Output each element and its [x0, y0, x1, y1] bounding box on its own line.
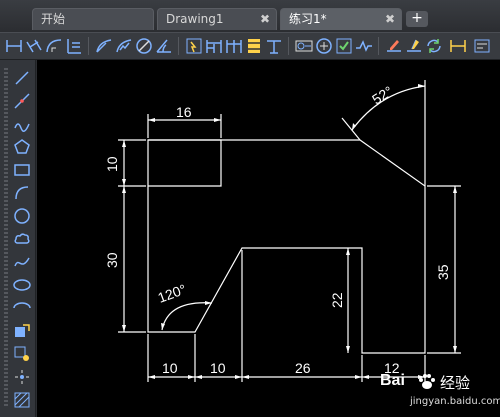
line-icon[interactable]	[12, 68, 32, 88]
ellipse-arc-icon[interactable]	[12, 298, 32, 318]
tab-start-label: 开始	[41, 12, 66, 26]
document-tab-bar: 开始 Drawing1 ✖ 练习1* ✖ +	[0, 0, 500, 32]
tab-start[interactable]: 开始	[32, 8, 154, 30]
paw-logo-icon	[419, 374, 435, 389]
dim-update-icon[interactable]	[424, 36, 444, 56]
dim-override-icon[interactable]	[472, 36, 492, 56]
close-icon[interactable]: ✖	[385, 9, 395, 30]
watermark-brand-cn: 经验	[440, 374, 471, 392]
spline-icon[interactable]	[12, 252, 32, 272]
cad-drawing: 16 10 30 52° 120° 35 22 10 10 26 12	[104, 80, 461, 382]
dim-text-fillet-angle: 120°	[156, 281, 189, 306]
dim-linear-icon[interactable]	[4, 36, 24, 56]
dim-style-icon[interactable]	[448, 36, 468, 56]
baidu-jingyan-watermark: Bai 经验 jingyan.baidu.com	[380, 370, 500, 414]
dim-text-edit-icon[interactable]	[404, 36, 424, 56]
tab-drawing1[interactable]: Drawing1 ✖	[157, 8, 277, 30]
dim-space-icon[interactable]	[244, 36, 264, 56]
close-icon[interactable]: ✖	[260, 9, 270, 30]
toolbar-grip[interactable]	[4, 68, 8, 408]
watermark-url: jingyan.baidu.com	[410, 396, 500, 407]
dim-text-bottom-2: 10	[210, 360, 226, 376]
polygon-icon[interactable]	[12, 137, 32, 157]
part-outline	[147, 139, 426, 354]
dim-arc-length-icon[interactable]	[44, 36, 64, 56]
quick-dim-icon[interactable]	[184, 36, 204, 56]
arc-icon[interactable]	[12, 183, 32, 203]
dim-radius-icon[interactable]	[94, 36, 114, 56]
tab-drawing1-label: Drawing1	[166, 12, 224, 26]
dim-line-left	[118, 186, 146, 333]
dim-diameter-icon[interactable]	[134, 36, 154, 56]
dim-continue-icon[interactable]	[224, 36, 244, 56]
insert-block-icon[interactable]	[12, 321, 32, 341]
watermark-brand: Bai	[380, 372, 405, 389]
dim-aligned-icon[interactable]	[24, 36, 44, 56]
dimension-arrows	[122, 84, 457, 379]
polyline-icon[interactable]	[12, 114, 32, 134]
dim-text-top-width: 16	[176, 104, 192, 120]
tolerance-icon[interactable]	[294, 36, 314, 56]
center-mark-icon[interactable]	[314, 36, 334, 56]
dim-break-icon[interactable]	[264, 36, 284, 56]
tab-practice1[interactable]: 练习1* ✖	[280, 8, 402, 30]
inspect-icon[interactable]	[334, 36, 354, 56]
rectangle-icon[interactable]	[12, 160, 32, 180]
draw-toolbar	[0, 60, 36, 417]
drawing-canvas[interactable]: 16 10 30 52° 120° 35 22 10 10 26 12	[37, 60, 500, 417]
make-block-icon[interactable]	[12, 344, 32, 364]
dim-text-right-height: 35	[435, 264, 451, 280]
dim-jogged-icon[interactable]	[114, 36, 134, 56]
dim-baseline-icon[interactable]	[204, 36, 224, 56]
dim-text-chamfer-angle: 52°	[369, 83, 395, 108]
dim-text-left-height: 30	[104, 252, 120, 268]
dim-text-inner-height: 22	[329, 292, 345, 308]
dimension-toolbar	[0, 32, 500, 60]
dim-edit-icon[interactable]	[384, 36, 404, 56]
dim-text-bottom-1: 10	[162, 360, 178, 376]
new-tab-button[interactable]: +	[406, 11, 428, 27]
dim-ordinate-icon[interactable]	[64, 36, 84, 56]
dim-text-left-top-height: 10	[104, 156, 120, 172]
notch-outline	[148, 139, 222, 187]
construction-line-icon[interactable]	[12, 91, 32, 111]
ellipse-icon[interactable]	[12, 275, 32, 295]
circle-icon[interactable]	[12, 206, 32, 226]
tab-practice1-label: 练习1*	[289, 12, 327, 26]
dim-angular-icon[interactable]	[154, 36, 174, 56]
dim-text-bottom-3: 26	[295, 360, 311, 376]
jogged-linear-icon[interactable]	[354, 36, 374, 56]
angle-arc-bottom	[161, 302, 213, 331]
point-icon[interactable]	[12, 367, 32, 387]
hatch-icon[interactable]	[12, 390, 32, 410]
revision-cloud-icon[interactable]	[12, 229, 32, 249]
